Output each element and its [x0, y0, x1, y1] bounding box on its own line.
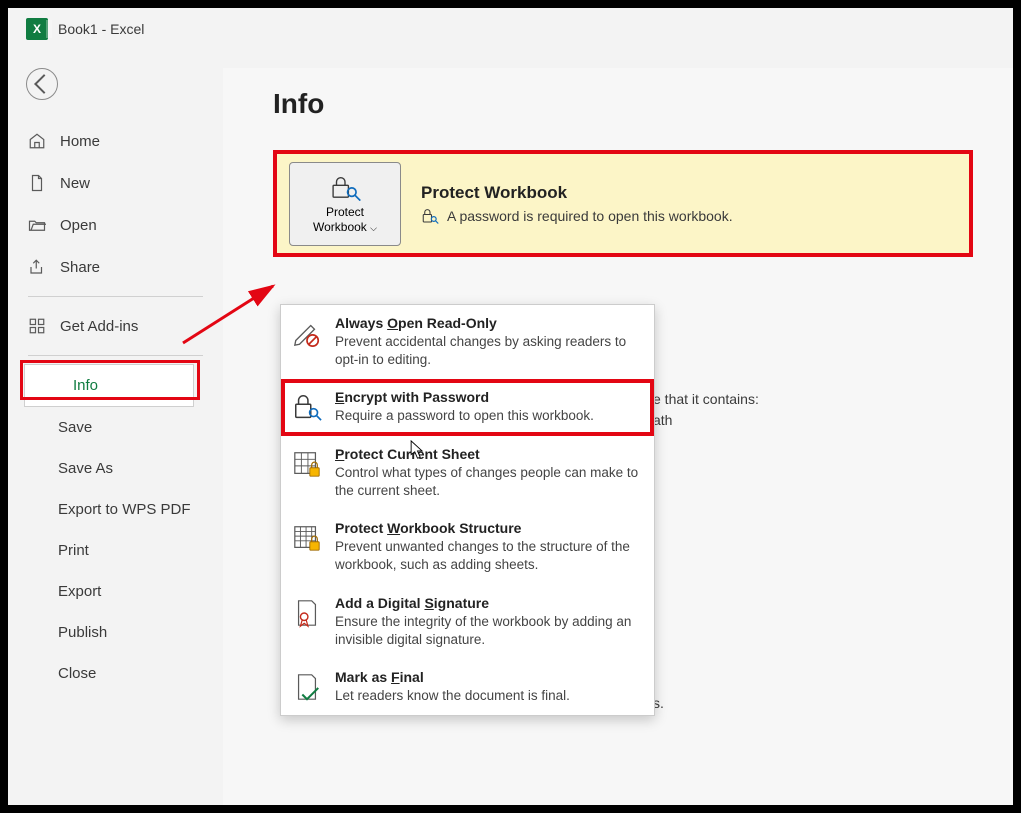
inspect-workbook-line-fragment: ath: [653, 412, 672, 428]
share-icon: [28, 258, 46, 276]
sidebar-item-label: New: [60, 175, 90, 192]
dd-desc: Control what types of changes people can…: [335, 464, 640, 500]
protect-workbook-button-label: Protect Workbook ⌵: [313, 205, 377, 234]
sidebar-item-save[interactable]: Save: [8, 407, 223, 448]
window-title: Book1 - Excel: [58, 21, 144, 37]
protect-workbook-heading: Protect Workbook: [421, 183, 733, 203]
dd-desc: Prevent accidental changes by asking rea…: [335, 333, 640, 369]
chevron-down-icon: ⌵: [370, 223, 377, 233]
sidebar-item-label: Home: [60, 133, 100, 150]
lock-key-icon: [328, 173, 362, 201]
sidebar-item-export-wps[interactable]: Export to WPS PDF: [8, 489, 223, 530]
sidebar-item-label: Export to WPS PDF: [58, 501, 191, 518]
back-button[interactable]: [26, 68, 58, 100]
sidebar-item-label: Publish: [58, 624, 107, 641]
protect-workbook-button[interactable]: Protect Workbook ⌵: [289, 162, 401, 246]
protect-workbook-section: Protect Workbook ⌵ Protect Workbook: [273, 150, 973, 257]
dd-title: Always Open Read-Only: [335, 315, 640, 331]
annotation-highlight-info: [20, 360, 200, 400]
doc-check-icon: [291, 671, 323, 703]
ribbon-doc-icon: [291, 597, 323, 629]
annotation-arrow: [173, 278, 293, 358]
sidebar-item-label: Get Add-ins: [60, 318, 138, 335]
inspect-workbook-line-fragment: e that it contains:: [653, 391, 759, 407]
sidebar-item-label: Share: [60, 259, 100, 276]
dd-item-digital-signature[interactable]: Add a Digital Signature Ensure the integ…: [281, 585, 654, 659]
pencil-no-icon: [291, 317, 323, 349]
protect-workbook-dropdown: Always Open Read-Only Prevent accidental…: [280, 304, 655, 716]
dd-title: Protect Current Sheet: [335, 446, 640, 462]
dd-title: Mark as Final: [335, 669, 640, 685]
sidebar-item-label: Open: [60, 217, 97, 234]
sidebar-item-label: Export: [58, 583, 101, 600]
sidebar-item-publish[interactable]: Publish: [8, 612, 223, 653]
sidebar-item-saveas[interactable]: Save As: [8, 448, 223, 489]
dd-item-read-only[interactable]: Always Open Read-Only Prevent accidental…: [281, 305, 654, 379]
sidebar-item-print[interactable]: Print: [8, 530, 223, 571]
dd-item-encrypt-password[interactable]: Encrypt with Password Require a password…: [281, 379, 654, 435]
sidebar-item-new[interactable]: New: [8, 162, 223, 204]
dd-desc: Require a password to open this workbook…: [335, 407, 640, 425]
workbook-lock-icon: [291, 522, 323, 554]
dd-desc: Prevent unwanted changes to the structur…: [335, 538, 640, 574]
home-icon: [28, 132, 46, 150]
titlebar: X Book1 - Excel: [8, 8, 1013, 50]
back-arrow-icon: [34, 74, 54, 94]
dd-desc: Let readers know the document is final.: [335, 687, 640, 705]
dd-title: Encrypt with Password: [335, 389, 640, 405]
addins-icon: [28, 317, 46, 335]
dd-item-protect-structure[interactable]: Protect Workbook Structure Prevent unwan…: [281, 510, 654, 584]
sidebar-item-open[interactable]: Open: [8, 204, 223, 246]
excel-logo-icon: X: [26, 18, 48, 40]
dd-item-mark-final[interactable]: Mark as Final Let readers know the docum…: [281, 659, 654, 715]
sidebar-item-label: Close: [58, 665, 96, 682]
dd-title: Add a Digital Signature: [335, 595, 640, 611]
new-file-icon: [28, 174, 46, 192]
sidebar-item-label: Save: [58, 419, 92, 436]
dd-item-protect-sheet[interactable]: Protect Current Sheet Control what types…: [281, 436, 654, 510]
sidebar-item-home[interactable]: Home: [8, 120, 223, 162]
sidebar-item-export[interactable]: Export: [8, 571, 223, 612]
dd-desc: Ensure the integrity of the workbook by …: [335, 613, 640, 649]
protect-workbook-message: A password is required to open this work…: [447, 208, 733, 224]
backstage-sidebar: Home New Open Share: [8, 68, 223, 694]
sheet-lock-icon: [291, 448, 323, 480]
lock-key-icon: [291, 391, 323, 423]
sidebar-item-label: Print: [58, 542, 89, 559]
mouse-cursor-icon: [410, 440, 425, 460]
open-folder-icon: [28, 216, 46, 234]
dd-title: Protect Workbook Structure: [335, 520, 640, 536]
sidebar-item-label: Save As: [58, 460, 113, 477]
page-title: Info: [273, 88, 1013, 120]
lock-key-small-icon: [421, 207, 439, 225]
sidebar-item-close[interactable]: Close: [8, 653, 223, 694]
